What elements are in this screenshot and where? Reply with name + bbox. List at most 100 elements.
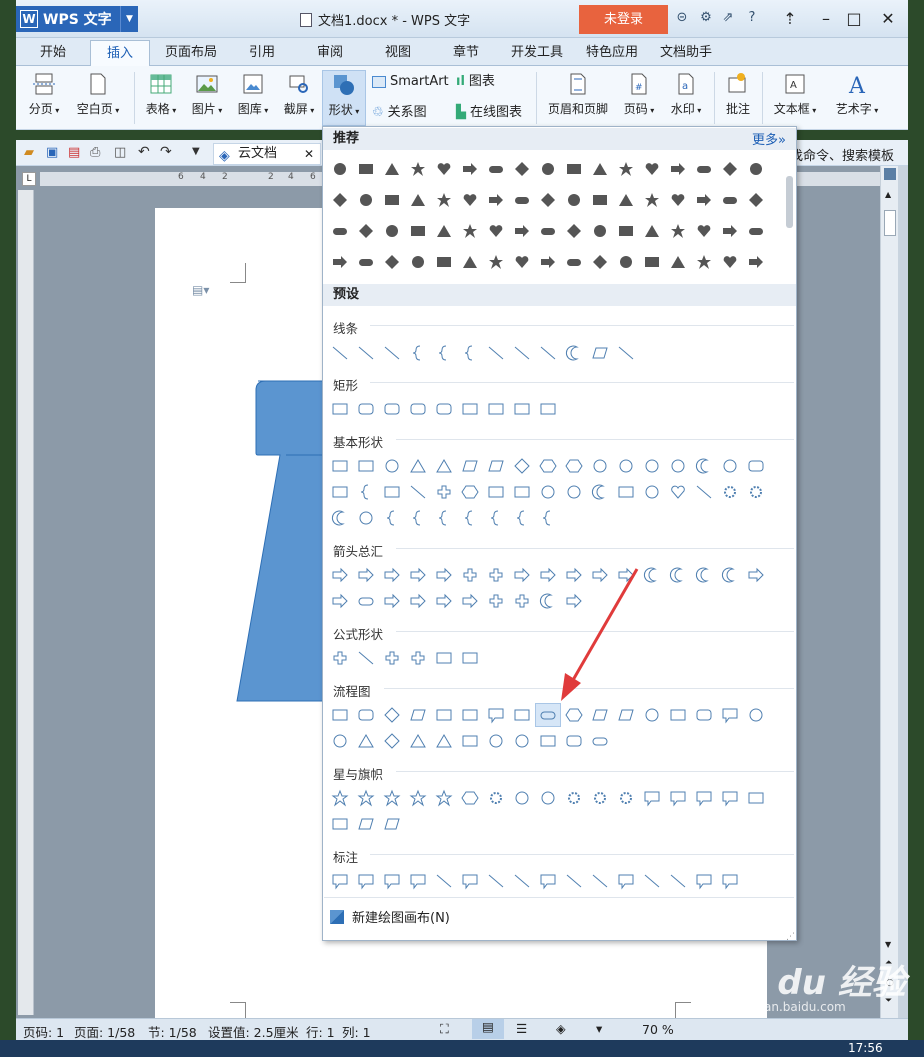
shape-option[interactable] <box>331 483 349 501</box>
online-chart-button[interactable]: ▙ 在线图表 <box>456 104 522 122</box>
shape-option[interactable] <box>539 191 557 209</box>
shape-option[interactable] <box>383 566 401 584</box>
shape-option[interactable] <box>357 457 375 475</box>
shape-option[interactable] <box>409 706 427 724</box>
shape-option[interactable] <box>383 649 401 667</box>
paste-options-icon[interactable]: ▤▾ <box>192 283 209 297</box>
shape-option[interactable] <box>461 592 479 610</box>
shape-option[interactable] <box>565 706 583 724</box>
shape-option[interactable] <box>747 253 765 271</box>
shape-option[interactable] <box>461 732 479 750</box>
shape-option[interactable] <box>721 191 739 209</box>
shape-option[interactable] <box>643 222 661 240</box>
shape-option[interactable] <box>617 222 635 240</box>
vertical-scrollbar[interactable]: ▲ ▼ ⏶ ○ ⏷ <box>880 166 898 1018</box>
shape-option[interactable] <box>331 815 349 833</box>
shape-option[interactable] <box>487 400 505 418</box>
shape-option[interactable] <box>331 191 349 209</box>
shape-option[interactable] <box>747 483 765 501</box>
picture-button[interactable]: 图片 ▾ <box>186 70 228 126</box>
shape-option[interactable] <box>721 483 739 501</box>
shape-option[interactable] <box>435 872 453 890</box>
shape-option[interactable] <box>487 253 505 271</box>
shape-option[interactable] <box>591 706 609 724</box>
shape-option[interactable] <box>461 191 479 209</box>
shape-option[interactable] <box>435 191 453 209</box>
settings-icon[interactable]: ⚙ <box>698 10 714 26</box>
shape-option[interactable] <box>643 160 661 178</box>
shape-option[interactable] <box>461 483 479 501</box>
shape-option[interactable] <box>643 457 661 475</box>
textbox-button[interactable]: A 文本框 ▾ <box>768 70 822 126</box>
shape-option[interactable] <box>331 160 349 178</box>
shape-option[interactable] <box>591 483 609 501</box>
shape-option[interactable] <box>695 222 713 240</box>
shape-option[interactable] <box>461 400 479 418</box>
shape-option[interactable] <box>435 566 453 584</box>
shape-option[interactable] <box>409 457 427 475</box>
shape-option[interactable] <box>487 222 505 240</box>
shape-option[interactable] <box>409 592 427 610</box>
shape-option[interactable] <box>331 592 349 610</box>
shape-option[interactable] <box>513 706 531 724</box>
shape-option[interactable] <box>383 483 401 501</box>
shape-option[interactable] <box>695 253 713 271</box>
shape-option[interactable] <box>331 344 349 362</box>
shape-option[interactable] <box>357 566 375 584</box>
shape-option[interactable] <box>461 566 479 584</box>
shape-option[interactable] <box>331 222 349 240</box>
shape-option[interactable] <box>513 509 531 527</box>
shape-option[interactable] <box>409 222 427 240</box>
shape-option[interactable] <box>539 400 557 418</box>
shape-option[interactable] <box>487 789 505 807</box>
shape-option[interactable] <box>617 253 635 271</box>
shape-option[interactable] <box>669 160 687 178</box>
more-shapes-link[interactable]: 更多» <box>752 129 786 148</box>
help-icon[interactable]: ? <box>744 10 760 26</box>
shape-option[interactable] <box>461 160 479 178</box>
shape-option[interactable] <box>513 344 531 362</box>
shape-option[interactable] <box>721 706 739 724</box>
shape-option[interactable] <box>643 483 661 501</box>
shape-option[interactable] <box>747 222 765 240</box>
shape-option[interactable] <box>487 457 505 475</box>
shape-option[interactable] <box>357 509 375 527</box>
shape-option[interactable] <box>539 344 557 362</box>
shape-option[interactable] <box>669 706 687 724</box>
shape-option[interactable] <box>383 706 401 724</box>
shape-option[interactable] <box>409 191 427 209</box>
shape-option[interactable] <box>643 253 661 271</box>
shape-option[interactable] <box>461 344 479 362</box>
shape-option[interactable] <box>539 222 557 240</box>
shape-option[interactable] <box>487 160 505 178</box>
shape-option[interactable] <box>617 483 635 501</box>
chart-button[interactable]: ıl 图表 <box>456 73 495 91</box>
tab-start[interactable]: 开始 <box>30 40 76 66</box>
shape-option[interactable] <box>435 483 453 501</box>
shape-option[interactable] <box>539 253 557 271</box>
shape-option[interactable] <box>383 457 401 475</box>
shape-option[interactable] <box>487 509 505 527</box>
maximize-button[interactable]: □ <box>842 8 866 30</box>
watermark-button[interactable]: a 水印 ▾ <box>664 70 708 126</box>
shape-option[interactable] <box>409 872 427 890</box>
shape-option[interactable] <box>357 789 375 807</box>
shape-option[interactable] <box>565 160 583 178</box>
shape-option[interactable] <box>461 222 479 240</box>
shape-option[interactable] <box>695 483 713 501</box>
shape-option[interactable] <box>617 789 635 807</box>
close-tab-icon[interactable]: ✕ <box>304 144 314 164</box>
shape-option[interactable] <box>565 253 583 271</box>
shape-option[interactable] <box>747 789 765 807</box>
shape-option[interactable] <box>409 344 427 362</box>
trapezoid-shape[interactable] <box>236 380 326 702</box>
shape-option[interactable] <box>747 457 765 475</box>
shape-option[interactable] <box>331 706 349 724</box>
shape-option[interactable] <box>695 706 713 724</box>
shape-option[interactable] <box>409 483 427 501</box>
shape-option[interactable] <box>383 732 401 750</box>
shape-option[interactable] <box>383 815 401 833</box>
share-icon[interactable]: ⇗ <box>720 10 736 26</box>
smartart-button[interactable]: SmartArt <box>372 73 449 91</box>
tab-review[interactable]: 审阅 <box>308 40 352 66</box>
